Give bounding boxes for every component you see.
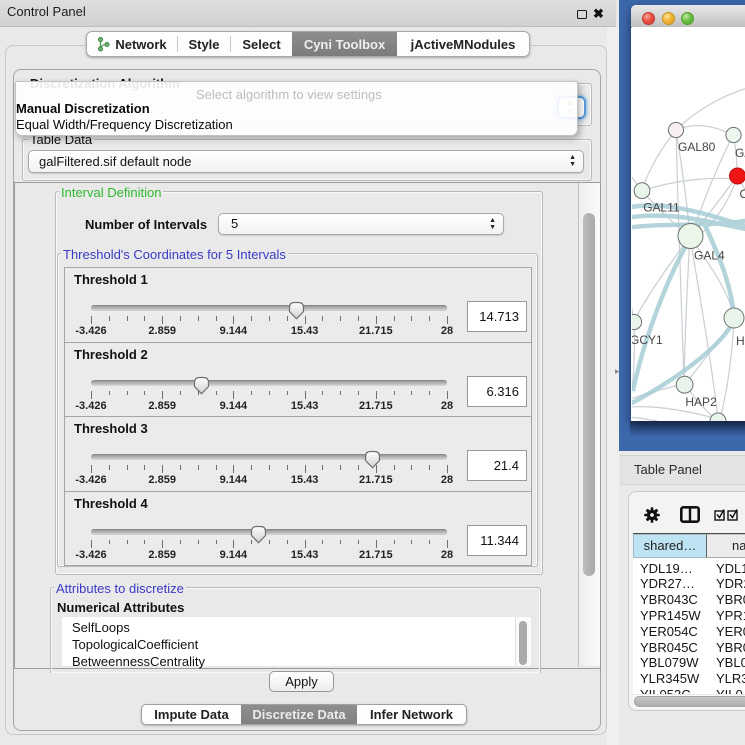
svg-text:GAL4: GAL4 — [694, 249, 725, 263]
svg-text:C: C — [740, 187, 745, 201]
svg-text:H: H — [736, 334, 745, 348]
svg-text:HAP2: HAP2 — [685, 395, 717, 409]
svg-text:GCY1: GCY1 — [632, 333, 663, 347]
svg-text:GA: GA — [735, 146, 745, 160]
svg-text:GAL80: GAL80 — [678, 140, 716, 154]
svg-text:GAL11: GAL11 — [643, 201, 680, 215]
